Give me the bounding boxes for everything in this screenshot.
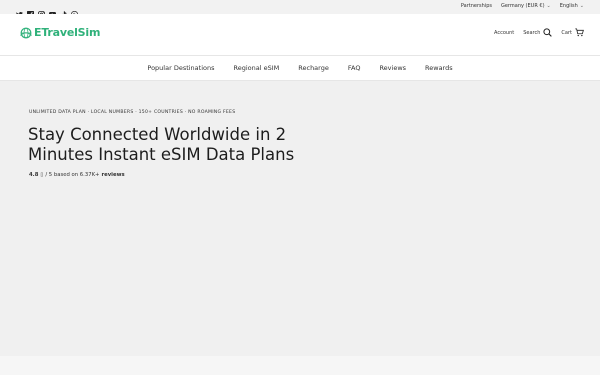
account-link[interactable]: Account [494, 30, 514, 36]
hero-tagline: UNLIMITED DATA PLAN · LOCAL NUMBERS · 15… [29, 110, 236, 115]
reviews-link[interactable]: reviews [102, 172, 125, 178]
section-divider [0, 356, 600, 375]
pinterest-icon[interactable] [70, 3, 79, 19]
facebook-icon[interactable] [27, 3, 34, 18]
nav-item-regional-esim[interactable]: Regional eSIM [234, 64, 280, 72]
site-logo[interactable]: ETravelSim [20, 26, 100, 39]
search-icon [543, 28, 553, 37]
search-label: Search [523, 29, 541, 36]
nav-item-faq[interactable]: FAQ [348, 64, 361, 72]
globe-logo-icon [20, 27, 32, 38]
country-selector[interactable]: Germany (EUR €) ⌄ [501, 3, 551, 9]
nav-item-recharge[interactable]: Recharge [298, 64, 329, 72]
language-selector[interactable]: English ⌄ [560, 3, 584, 9]
hero-section: UNLIMITED DATA PLAN · LOCAL NUMBERS · 15… [0, 81, 600, 356]
main-navigation: Popular Destinations Regional eSIM Recha… [0, 56, 600, 81]
nav-item-reviews[interactable]: Reviews [379, 64, 406, 72]
search-button[interactable]: Search [523, 28, 553, 37]
instagram-icon[interactable] [38, 3, 45, 18]
top-announcement-bar: Partnerships Germany (EUR €) ⌄ English ⌄ [0, 0, 600, 19]
cart-label: Cart [561, 29, 572, 36]
partnerships-link[interactable]: Partnerships [461, 3, 492, 9]
hero-title: Stay Connected Worldwide in 2 Minutes In… [28, 125, 295, 164]
cart-icon [575, 28, 584, 37]
header-actions: Account Search Cart [494, 28, 584, 37]
account-label: Account [494, 29, 515, 36]
rating-star-icon: ▯ [40, 172, 44, 178]
logo-text: ETravelSim [34, 26, 101, 39]
nav-item-rewards[interactable]: Rewards [425, 64, 453, 72]
site-header: ETravelSim Account Search Cart [0, 14, 600, 56]
top-right-links: Partnerships Germany (EUR €) ⌄ English ⌄ [461, 3, 584, 9]
cart-button[interactable]: Cart [561, 28, 584, 37]
language-selector-label: English [559, 3, 578, 9]
social-links [16, 3, 79, 19]
country-selector-label: Germany (EUR €) [500, 3, 545, 9]
twitter-icon[interactable] [16, 3, 23, 18]
hero-rating: 4.8 ▯ / 5 based on 6.37K+ reviews [29, 172, 125, 178]
chevron-down-icon: ⌄ [579, 3, 584, 9]
nav-item-popular-destinations[interactable]: Popular Destinations [147, 64, 214, 72]
rating-score: 4.8 [29, 172, 39, 178]
chevron-down-icon: ⌄ [546, 3, 551, 9]
rating-summary: / 5 based on 6.37K+ [45, 172, 100, 178]
tiktok-icon[interactable] [60, 3, 67, 18]
youtube-icon[interactable] [49, 3, 56, 17]
